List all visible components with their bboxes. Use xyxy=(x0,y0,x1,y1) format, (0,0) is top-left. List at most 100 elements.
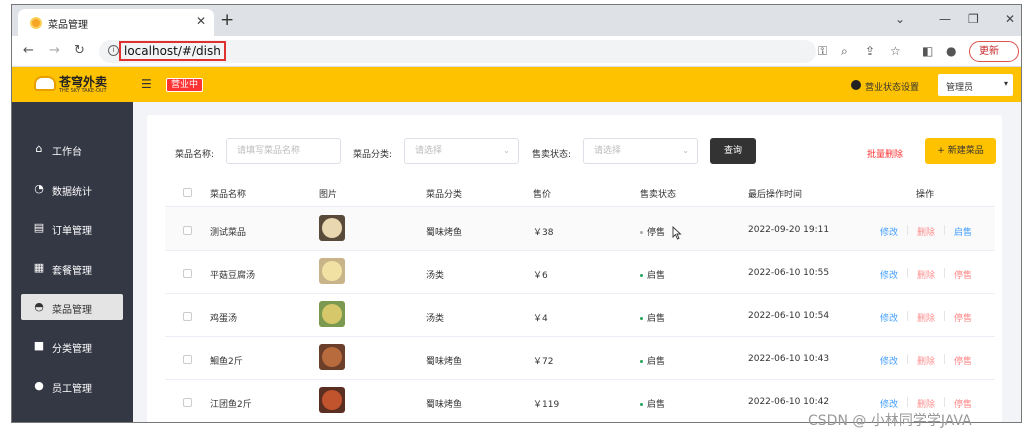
business-status-settings[interactable]: 营业状态设置 xyxy=(865,80,919,93)
minimize-icon[interactable]: — xyxy=(939,12,951,26)
dish-photo xyxy=(322,347,342,367)
action-divider xyxy=(944,225,945,235)
staff-icon: ● xyxy=(34,379,44,392)
app-header: 苍穹外卖 THE SKY TAKE-OUT ☰ 营业中 营业状态设置 管理员 ▾ xyxy=(12,67,1021,102)
toggle-status-link[interactable]: 启售 xyxy=(954,225,972,238)
reload-icon[interactable]: ↻ xyxy=(74,43,85,58)
key-icon[interactable]: ⚿ xyxy=(818,44,827,59)
toggle-status-link[interactable]: 停售 xyxy=(954,311,972,324)
sale-status: 启售 xyxy=(640,354,665,367)
toggle-status-link[interactable]: 停售 xyxy=(954,397,972,410)
sidebar-item-0[interactable]: ⌂ 工作台 xyxy=(21,136,123,162)
new-dish-button[interactable]: + 新建菜品 xyxy=(925,138,996,164)
sidebar-item-label: 套餐管理 xyxy=(52,266,92,277)
user-menu[interactable]: 管理员 ▾ xyxy=(938,74,1013,96)
header-price: 售价 xyxy=(533,190,552,200)
row-checkbox[interactable] xyxy=(183,355,192,364)
chevron-down-icon[interactable]: ⌄ xyxy=(895,12,905,26)
name-filter-label: 菜品名称: xyxy=(175,150,215,160)
sidebar-item-2[interactable]: ▤ 订单管理 xyxy=(21,215,123,241)
dish-icon: ◓ xyxy=(34,300,44,313)
toggle-status-link[interactable]: 停售 xyxy=(954,268,972,281)
dish-category: 蜀味烤鱼 xyxy=(426,400,463,410)
row-checkbox[interactable] xyxy=(183,398,192,407)
last-operation-time: 2022-06-10 10:55 xyxy=(748,268,830,278)
dish-photo xyxy=(322,218,342,238)
delete-link[interactable]: 删除 xyxy=(917,311,935,324)
category-select-placeholder: 请选择 xyxy=(415,146,443,156)
dish-photo xyxy=(322,261,342,281)
status-dot-icon xyxy=(640,274,643,277)
batch-delete-button[interactable]: 批量删除 xyxy=(867,147,903,160)
dish-price: ￥72 xyxy=(533,357,554,367)
dish-price: ￥38 xyxy=(533,228,554,238)
zoom-icon[interactable]: ⌕ xyxy=(841,44,848,59)
browser-window: 菜品管理 ✕ + ⌄ — ❐ ✕ ← → ↻ i localhost/#/dis… xyxy=(11,4,1022,423)
action-divider xyxy=(907,311,908,321)
share-icon[interactable]: ⇪ xyxy=(865,44,875,58)
edit-link[interactable]: 修改 xyxy=(880,354,898,367)
sidebar-item-4[interactable]: ◓ 菜品管理 xyxy=(21,294,123,320)
sale-status-text: 启售 xyxy=(647,271,666,281)
row-checkbox[interactable] xyxy=(183,312,192,321)
sidebar-item-label: 数据统计 xyxy=(52,187,92,198)
toggle-status-link[interactable]: 停售 xyxy=(954,354,972,367)
sale-status-text: 启售 xyxy=(647,314,666,324)
profile-icon[interactable]: ● xyxy=(946,44,956,58)
browser-tab[interactable]: 菜品管理 ✕ xyxy=(18,9,214,36)
omnibox[interactable]: i localhost/#/dish xyxy=(99,40,816,63)
dish-category: 汤类 xyxy=(426,271,445,281)
sidebar-item-6[interactable]: ● 员工管理 xyxy=(21,373,123,399)
status-select-placeholder: 请选择 xyxy=(594,146,622,156)
query-button[interactable]: 查询 xyxy=(710,138,756,164)
edit-link[interactable]: 修改 xyxy=(880,311,898,324)
action-divider xyxy=(907,268,908,278)
url-text[interactable]: localhost/#/dish xyxy=(119,41,226,61)
new-tab-button[interactable]: + xyxy=(220,10,234,30)
status-filter-label: 售卖状态: xyxy=(532,150,572,160)
delete-link[interactable]: 删除 xyxy=(917,397,935,410)
delete-link[interactable]: 删除 xyxy=(917,225,935,238)
sale-status-text: 启售 xyxy=(647,357,666,367)
sidebar-item-3[interactable]: ▦ 套餐管理 xyxy=(21,255,123,281)
address-bar: ← → ↻ i localhost/#/dish ⚿ ⌕ ⇪ ☆ ◧ ● 更新 xyxy=(12,36,1021,67)
delete-link[interactable]: 删除 xyxy=(917,354,935,367)
status-select[interactable]: 请选择 ⌄ xyxy=(583,138,698,164)
sidebar-item-1[interactable]: ◔ 数据统计 xyxy=(21,176,123,202)
update-button[interactable]: 更新 xyxy=(969,41,1019,62)
status-dot-icon xyxy=(640,360,643,363)
delete-link[interactable]: 删除 xyxy=(917,268,935,281)
order-icon: ▤ xyxy=(33,221,45,234)
action-divider xyxy=(907,225,908,235)
row-checkbox[interactable] xyxy=(183,226,192,235)
sidepanel-icon[interactable]: ◧ xyxy=(922,44,933,58)
select-all-checkbox[interactable] xyxy=(183,188,192,197)
chevron-down-icon: ⌄ xyxy=(682,146,689,155)
sidebar-item-5[interactable]: ■ 分类管理 xyxy=(21,333,123,359)
row-checkbox[interactable] xyxy=(183,269,192,278)
restore-icon[interactable]: ❐ xyxy=(968,12,979,26)
menu-toggle-icon[interactable]: ☰ xyxy=(141,77,152,91)
home-icon: ⌂ xyxy=(35,142,43,155)
sale-status-text: 启售 xyxy=(647,400,666,410)
edit-link[interactable]: 修改 xyxy=(880,397,898,410)
user-name: 管理员 xyxy=(946,83,974,93)
row-divider xyxy=(165,379,995,380)
action-divider xyxy=(944,268,945,278)
tab-close-icon[interactable]: ✕ xyxy=(196,14,206,28)
sidebar-item-label: 分类管理 xyxy=(52,344,92,355)
star-icon[interactable]: ☆ xyxy=(890,44,901,58)
edit-link[interactable]: 修改 xyxy=(880,225,898,238)
last-operation-time: 2022-09-20 19:11 xyxy=(748,225,830,235)
sale-status: 启售 xyxy=(640,311,665,324)
window-close-icon[interactable]: ✕ xyxy=(1005,12,1015,26)
dish-category: 蜀味烤鱼 xyxy=(426,357,463,367)
name-filter-placeholder: 请填写菜品名称 xyxy=(237,146,301,156)
info-icon[interactable]: i xyxy=(108,45,119,56)
edit-link[interactable]: 修改 xyxy=(880,268,898,281)
name-filter-input[interactable]: 请填写菜品名称 xyxy=(226,138,341,164)
category-select[interactable]: 请选择 ⌄ xyxy=(404,138,519,164)
forward-icon[interactable]: → xyxy=(49,43,60,58)
table-row-highlight xyxy=(165,207,995,250)
back-icon[interactable]: ← xyxy=(23,43,34,58)
